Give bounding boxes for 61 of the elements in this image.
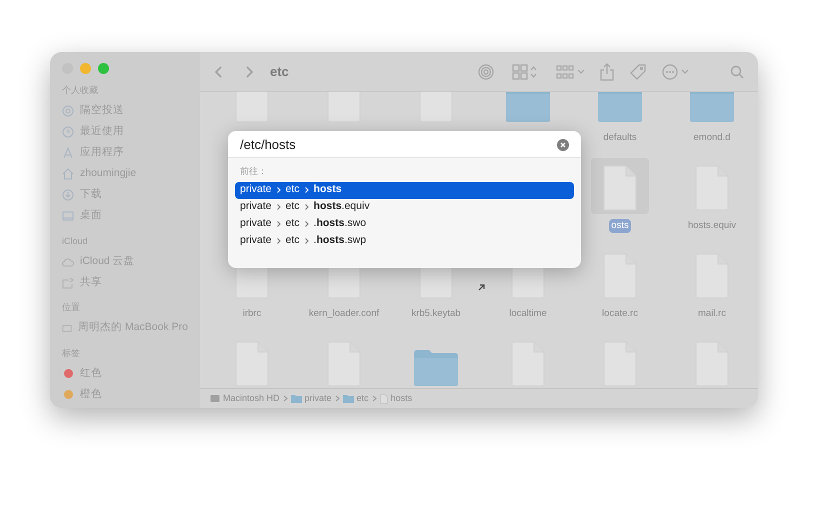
apps-icon	[62, 147, 74, 159]
cloud-icon	[62, 256, 74, 268]
group-icon[interactable]	[556, 64, 586, 80]
airdrop-icon	[62, 105, 74, 117]
result-item[interactable]: private etc .hosts.swp	[235, 232, 574, 250]
folder-icon	[597, 92, 643, 123]
folder-icon	[342, 394, 354, 403]
result-item[interactable]: private etc hosts	[235, 182, 574, 198]
file-name[interactable]: krb5.keytab	[409, 307, 463, 322]
folder-icon	[689, 92, 735, 123]
file-name[interactable]: osts	[609, 219, 631, 234]
file-name[interactable]: irbrc	[240, 307, 264, 322]
minimize-button[interactable]	[80, 63, 91, 74]
path-item[interactable]: private	[304, 392, 332, 406]
path-item[interactable]: Macintosh HD	[223, 392, 280, 406]
back-icon[interactable]	[214, 64, 224, 78]
zoom-button[interactable]	[98, 63, 109, 74]
file-icon	[603, 165, 637, 211]
desktop-icon	[62, 210, 74, 222]
clock-icon	[62, 126, 74, 138]
more-icon[interactable]	[662, 64, 690, 80]
chevron-icon	[276, 187, 281, 193]
chevron-icon	[276, 238, 281, 244]
file-name[interactable]: hosts.equiv	[686, 219, 738, 234]
folder-icon	[505, 92, 551, 123]
file-name[interactable]: mail.rc	[696, 307, 728, 322]
file-name[interactable]: emond.d	[692, 131, 732, 146]
separator-icon	[372, 395, 377, 402]
clear-icon[interactable]	[557, 139, 569, 151]
folder-icon	[413, 349, 459, 387]
result-item[interactable]: private etc hosts.equiv	[235, 198, 574, 216]
folder-icon	[290, 394, 302, 403]
file-name[interactable]: defaults	[601, 131, 639, 146]
chevron-icon	[304, 221, 309, 227]
airdrop-icon[interactable]	[478, 64, 494, 80]
separator-icon	[282, 395, 288, 402]
chevron-icon	[304, 204, 309, 210]
window-title: etc	[270, 62, 289, 81]
icon-view-icon[interactable]	[512, 64, 538, 80]
download-icon	[62, 189, 74, 201]
shared-folder-icon	[62, 276, 74, 288]
path-item[interactable]: etc	[356, 392, 369, 406]
tag-icon[interactable]	[630, 64, 646, 80]
section-heading: 前往：	[239, 165, 268, 178]
search-icon[interactable]	[730, 64, 744, 78]
file-name[interactable]: localtime	[507, 307, 549, 322]
file-name[interactable]: kern_loader.conf	[306, 307, 382, 322]
forward-icon[interactable]	[244, 64, 254, 78]
chevron-icon	[304, 238, 309, 244]
chevron-icon	[304, 187, 309, 193]
file-name[interactable]: locate.rc	[600, 307, 640, 322]
result-item[interactable]: private etc .hosts.swo	[235, 216, 574, 232]
path-input-field[interactable]: /etc/hosts	[228, 131, 581, 158]
home-icon	[62, 168, 74, 180]
laptop-icon	[62, 322, 72, 334]
cursor-icon	[478, 283, 486, 291]
path-item[interactable]: hosts	[390, 392, 412, 406]
separator-icon	[334, 395, 340, 402]
chevron-icon	[276, 221, 281, 227]
share-icon[interactable]	[600, 62, 614, 80]
chevron-icon	[276, 204, 281, 210]
